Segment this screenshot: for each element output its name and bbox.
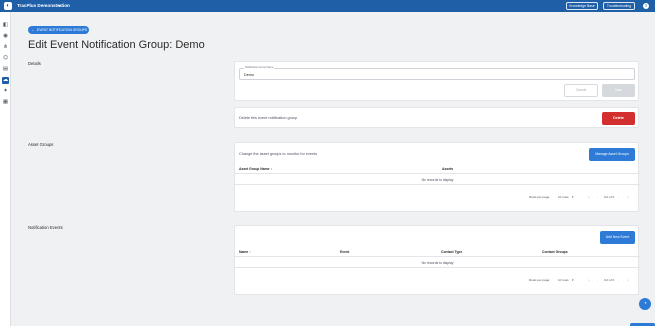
- chat-icon[interactable]: ◉: [2, 33, 9, 40]
- empty-table-message: No records to display: [421, 178, 454, 182]
- side-navigation: ◧ ◉ ⋔ ⌬ ▤ ☁ ✦ ▦: [0, 12, 11, 326]
- back-button-label: EVENT NOTIFICATION GROUPS: [37, 28, 88, 32]
- column-label: Asset Group Name: [239, 167, 270, 171]
- details-section-label: Details: [28, 61, 41, 66]
- last-page-icon[interactable]: ›|: [627, 194, 629, 200]
- rows-per-page-select[interactable]: 10 rows: [558, 277, 569, 283]
- document-icon[interactable]: ▤: [2, 66, 9, 73]
- first-page-icon[interactable]: |‹: [588, 277, 590, 283]
- rows-per-page-select[interactable]: 10 rows: [558, 194, 569, 200]
- previous-page-icon[interactable]: ‹: [597, 277, 598, 283]
- knowledge-base-button[interactable]: Knowledge Base: [566, 2, 598, 10]
- delete-card: Delete this event notification group Del…: [234, 107, 639, 128]
- next-page-icon[interactable]: ›: [618, 194, 619, 200]
- help-icon[interactable]: ?: [643, 3, 649, 9]
- sort-arrow-icon[interactable]: ↑: [249, 250, 251, 254]
- grid-icon[interactable]: ▦: [2, 99, 9, 106]
- organisation-name[interactable]: TracPlus Demonstration: [17, 2, 70, 10]
- next-page-icon[interactable]: ›: [618, 277, 619, 283]
- back-to-groups-button[interactable]: ← EVENT NOTIFICATION GROUPS: [28, 26, 89, 34]
- notification-events-section-label: Notification Events: [28, 225, 63, 230]
- delete-description: Delete this event notification group: [239, 116, 298, 120]
- group-name-input[interactable]: [244, 72, 624, 78]
- table-divider: [235, 184, 640, 185]
- chevron-down-icon[interactable]: ▾: [572, 277, 574, 283]
- app-logo-icon[interactable]: ◐: [4, 2, 12, 10]
- group-name-field-label: Notification Group Name: [244, 66, 275, 70]
- sort-arrow-icon[interactable]: ↑: [270, 167, 272, 171]
- empty-table-message: No records to display: [421, 261, 454, 265]
- column-asset-group-name[interactable]: Asset Group Name ↑: [239, 166, 272, 172]
- rows-per-page-label: Rows per page:: [529, 195, 551, 199]
- rows-per-page-label: Rows per page:: [529, 278, 551, 282]
- chevron-down-icon[interactable]: ▾: [58, 2, 60, 10]
- asset-groups-description: Change the asset groups to monitor for e…: [239, 152, 318, 156]
- save-button[interactable]: Save: [602, 84, 635, 97]
- asset-groups-card: Change the asset groups to monitor for e…: [234, 142, 640, 212]
- table-divider: [235, 267, 640, 268]
- cancel-button[interactable]: Cancel: [564, 84, 598, 97]
- top-bar: ◐ TracPlus Demonstration ▾ Knowledge Bas…: [0, 0, 655, 12]
- cloud-icon[interactable]: ☁: [2, 77, 9, 84]
- chevron-down-icon[interactable]: ▾: [572, 194, 574, 200]
- troubleshooting-button[interactable]: Troubleshooting: [603, 2, 635, 10]
- asset-groups-section-label: Asset Groups: [28, 142, 54, 147]
- first-page-icon[interactable]: |‹: [588, 194, 590, 200]
- pagination-range: 0-0 of 0: [604, 195, 615, 199]
- share-icon[interactable]: ⋔: [2, 44, 9, 51]
- map-icon[interactable]: ◧: [2, 22, 9, 29]
- last-page-icon[interactable]: ›|: [627, 277, 629, 283]
- previous-page-icon[interactable]: ‹: [597, 194, 598, 200]
- pagination-range: 0-0 of 0: [604, 278, 615, 282]
- manage-asset-groups-button[interactable]: Manage Asset Groups: [589, 148, 635, 161]
- settings-icon[interactable]: ✦: [2, 88, 9, 95]
- details-card: Notification Group Name Cancel Save: [234, 61, 639, 101]
- arrow-left-icon: ←: [31, 27, 35, 32]
- column-assets: Assets: [442, 167, 454, 171]
- column-label: Name: [239, 250, 249, 254]
- chat-launcher-icon[interactable]: ◔: [639, 298, 651, 310]
- column-contact-type: Contact Type: [441, 250, 463, 254]
- notification-events-card: Add New Event Name ↑ Event Contact Type …: [234, 225, 640, 295]
- delete-button[interactable]: Delete: [602, 112, 635, 125]
- column-event: Event: [340, 250, 350, 254]
- add-new-event-button[interactable]: Add New Event: [600, 231, 635, 244]
- table-divider: [235, 256, 640, 257]
- column-contact-groups: Contact Groups: [542, 250, 568, 254]
- table-divider: [235, 173, 640, 174]
- page-title: Edit Event Notification Group: Demo: [28, 39, 205, 51]
- network-icon[interactable]: ⌬: [2, 55, 9, 62]
- group-name-field[interactable]: Notification Group Name: [239, 66, 635, 80]
- column-name[interactable]: Name ↑: [239, 249, 251, 255]
